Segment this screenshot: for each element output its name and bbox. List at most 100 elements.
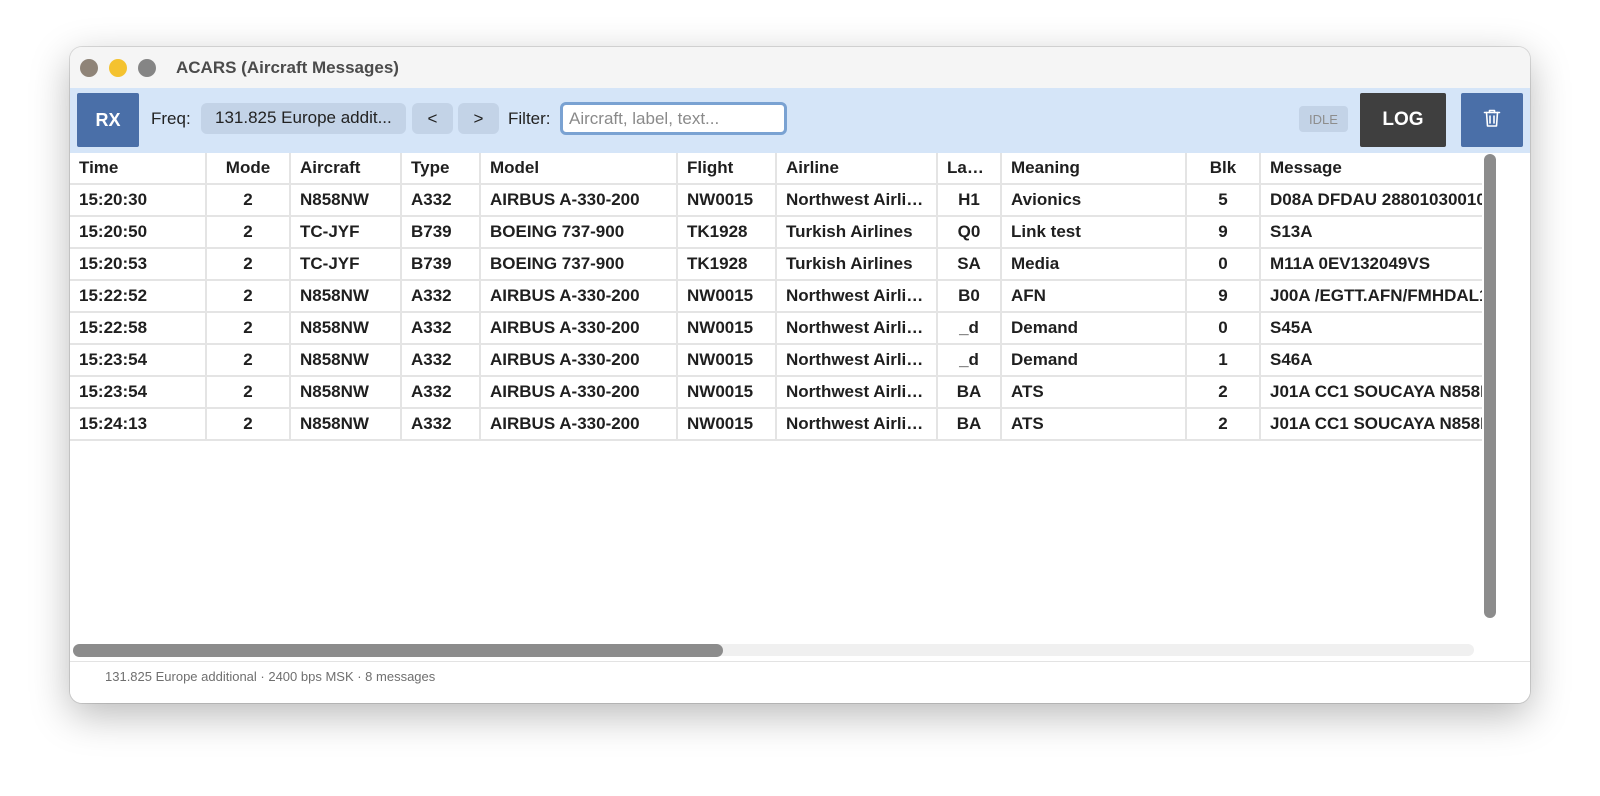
messages-table-container: Time Mode Aircraft Type Model Flight Air… — [70, 153, 1482, 638]
model-cell: AIRBUS A-330-200 — [480, 376, 678, 409]
message-cell: J01A CC1 SOUCAYA N858N — [1260, 376, 1482, 409]
next-frequency-button[interactable]: > — [458, 103, 499, 134]
flight-cell: TK1928 — [677, 248, 777, 281]
message-cell: D08A DFDAU 28801030010 — [1260, 184, 1482, 217]
column-header-label[interactable]: Label — [937, 153, 1002, 185]
airline-cell: Northwest Airlin... — [776, 344, 938, 377]
blk-cell: 1 — [1186, 344, 1261, 377]
maximize-window-button[interactable] — [138, 59, 156, 77]
column-header-mode[interactable]: Mode — [206, 153, 291, 185]
window-title: ACARS (Aircraft Messages) — [176, 58, 399, 77]
toolbar: RX Freq: 131.825 Europe addit... < > Fil… — [70, 88, 1530, 153]
meaning-cell: Avionics — [1001, 184, 1187, 217]
column-header-blk[interactable]: Blk — [1186, 153, 1261, 185]
aircraft-cell: N858NW — [290, 376, 402, 409]
table-row[interactable]: 15:23:54 2 N858NW A332 AIRBUS A-330-200 NW001… — [70, 344, 1482, 377]
table-row[interactable]: 15:22:58 2 N858NW A332 AIRBUS A-330-200 NW001… — [70, 312, 1482, 345]
model-cell: AIRBUS A-330-200 — [480, 312, 678, 345]
frequency-select[interactable]: 131.825 Europe addit... — [201, 103, 406, 134]
message-cell: J01A CC1 SOUCAYA N858N — [1260, 408, 1482, 441]
column-header-type[interactable]: Type — [401, 153, 481, 185]
label-cell: _d — [937, 312, 1002, 345]
message-cell: S45A — [1260, 312, 1482, 345]
table-row[interactable]: 15:23:54 2 N858NW A332 AIRBUS A-330-200 NW001… — [70, 376, 1482, 409]
aircraft-cell: TC-JYF — [290, 248, 402, 281]
title-bar: ACARS (Aircraft Messages) — [70, 47, 1530, 88]
table-header-row: Time Mode Aircraft Type Model Flight Air… — [70, 153, 1482, 185]
rx-button[interactable]: RX — [77, 93, 139, 147]
type-cell: A332 — [401, 408, 481, 441]
horizontal-scrollbar[interactable] — [73, 644, 723, 657]
column-header-aircraft[interactable]: Aircraft — [290, 153, 402, 185]
mode-cell: 2 — [206, 248, 291, 281]
meaning-cell: AFN — [1001, 280, 1187, 313]
type-cell: A332 — [401, 344, 481, 377]
airline-cell: Northwest Airlin... — [776, 280, 938, 313]
column-header-flight[interactable]: Flight — [677, 153, 777, 185]
mode-cell: 2 — [206, 312, 291, 345]
clear-messages-button[interactable] — [1461, 93, 1523, 147]
blk-cell: 5 — [1186, 184, 1261, 217]
mode-cell: 2 — [206, 280, 291, 313]
column-header-time[interactable]: Time — [70, 153, 207, 185]
blk-cell: 0 — [1186, 248, 1261, 281]
model-cell: AIRBUS A-330-200 — [480, 344, 678, 377]
message-cell: S13A — [1260, 216, 1482, 249]
mode-cell: 2 — [206, 344, 291, 377]
message-cell: S46A — [1260, 344, 1482, 377]
mode-cell: 2 — [206, 184, 291, 217]
airline-cell: Northwest Airlin... — [776, 184, 938, 217]
table-row[interactable]: 15:20:53 2 TC-JYF B739 BOEING 737-900 TK1928 T… — [70, 248, 1482, 281]
acars-window: ACARS (Aircraft Messages) RX Freq: 131.8… — [70, 47, 1530, 703]
table-row[interactable]: 15:24:13 2 N858NW A332 AIRBUS A-330-200 NW001… — [70, 408, 1482, 441]
meaning-cell: Demand — [1001, 344, 1187, 377]
filter-input[interactable] — [560, 102, 787, 135]
close-window-button[interactable] — [80, 59, 98, 77]
aircraft-cell: N858NW — [290, 184, 402, 217]
vertical-scrollbar[interactable] — [1484, 154, 1496, 618]
status-text: 131.825 Europe additional · 2400 bps MSK… — [105, 669, 436, 684]
flight-cell: NW0015 — [677, 184, 777, 217]
column-header-meaning[interactable]: Meaning — [1001, 153, 1187, 185]
table-row[interactable]: 15:20:30 2 N858NW A332 AIRBUS A-330-200 NW001… — [70, 184, 1482, 217]
time-cell: 15:22:58 — [70, 312, 207, 345]
flight-cell: NW0015 — [677, 312, 777, 345]
column-header-message[interactable]: Message — [1260, 153, 1482, 185]
flight-cell: NW0015 — [677, 408, 777, 441]
minimize-window-button[interactable] — [109, 59, 127, 77]
previous-frequency-button[interactable]: < — [412, 103, 453, 134]
airline-cell: Northwest Airlin... — [776, 376, 938, 409]
filter-label: Filter: — [508, 109, 551, 128]
status-bar: 131.825 Europe additional · 2400 bps MSK… — [70, 661, 1530, 703]
table-row[interactable]: 15:20:50 2 TC-JYF B739 BOEING 737-900 TK1928 T… — [70, 216, 1482, 249]
message-cell: M11A 0EV132049VS — [1260, 248, 1482, 281]
type-cell: B739 — [401, 216, 481, 249]
message-cell: J00A /EGTT.AFN/FMHDAL1 — [1260, 280, 1482, 313]
type-cell: B739 — [401, 248, 481, 281]
label-cell: H1 — [937, 184, 1002, 217]
table-row[interactable]: 15:22:52 2 N858NW A332 AIRBUS A-330-200 NW001… — [70, 280, 1482, 313]
aircraft-cell: N858NW — [290, 344, 402, 377]
model-cell: BOEING 737-900 — [480, 216, 678, 249]
flight-cell: TK1928 — [677, 216, 777, 249]
airline-cell: Turkish Airlines — [776, 216, 938, 249]
column-header-airline[interactable]: Airline — [776, 153, 938, 185]
label-cell: B0 — [937, 280, 1002, 313]
model-cell: BOEING 737-900 — [480, 248, 678, 281]
meaning-cell: ATS — [1001, 376, 1187, 409]
blk-cell: 0 — [1186, 312, 1261, 345]
meaning-cell: ATS — [1001, 408, 1187, 441]
log-button[interactable]: LOG — [1360, 93, 1446, 147]
flight-cell: NW0015 — [677, 344, 777, 377]
time-cell: 15:23:54 — [70, 344, 207, 377]
meaning-cell: Media — [1001, 248, 1187, 281]
type-cell: A332 — [401, 184, 481, 217]
label-cell: BA — [937, 408, 1002, 441]
meaning-cell: Link test — [1001, 216, 1187, 249]
column-header-model[interactable]: Model — [480, 153, 678, 185]
blk-cell: 9 — [1186, 216, 1261, 249]
type-cell: A332 — [401, 280, 481, 313]
time-cell: 15:20:53 — [70, 248, 207, 281]
blk-cell: 9 — [1186, 280, 1261, 313]
type-cell: A332 — [401, 376, 481, 409]
